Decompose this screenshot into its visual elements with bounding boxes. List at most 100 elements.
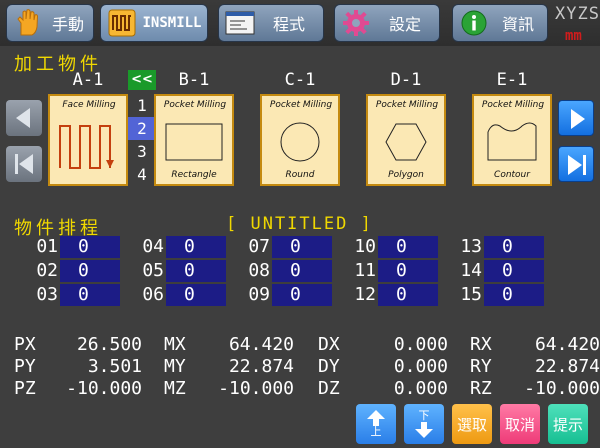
- sort-slot-value[interactable]: 0: [378, 236, 438, 258]
- tab-program[interactable]: 程式: [218, 4, 324, 42]
- tab-manual-label: 手動: [51, 15, 84, 34]
- sort-slot-value[interactable]: 0: [378, 260, 438, 282]
- process-card-contour[interactable]: Pocket Milling Contour: [472, 94, 552, 186]
- tab-settings[interactable]: 設定: [334, 4, 440, 42]
- collapse-left-button[interactable]: <<: [128, 70, 156, 90]
- sort-slot-value[interactable]: 0: [272, 284, 332, 306]
- sort-slot-value[interactable]: 0: [378, 284, 438, 306]
- column-label-c: C-1: [284, 70, 316, 90]
- sort-slot-value[interactable]: 0: [484, 236, 544, 258]
- sort-slot-label: 04: [142, 236, 164, 257]
- sort-slot-label: 02: [36, 260, 58, 281]
- skip-first-icon: [15, 154, 33, 174]
- coord-axis-value: 22.874: [228, 356, 294, 377]
- sort-slot-value[interactable]: 0: [60, 284, 120, 306]
- coord-axis-value: 0.000: [393, 356, 448, 377]
- program-filename: [ UNTITLED ]: [226, 214, 373, 234]
- coord-axis-label: MX: [164, 334, 186, 355]
- card-subtitle: Round: [285, 170, 315, 180]
- cancel-button[interactable]: 取消: [500, 404, 540, 444]
- coord-axis-label: RZ: [470, 378, 492, 399]
- move-up-button[interactable]: 上: [356, 404, 396, 444]
- insmill-screen: 手動 INSMILL 程式 設定 資訊 XYZS mm 加工物件 A-1 B-1…: [0, 0, 600, 448]
- arrow-up-icon: [367, 410, 385, 426]
- card-subtitle: Contour: [494, 170, 530, 180]
- sort-slot-value[interactable]: 0: [166, 236, 226, 258]
- sort-slot-value[interactable]: 0: [484, 260, 544, 282]
- coord-axis-value: 64.420: [228, 334, 294, 355]
- tab-insmill[interactable]: INSMILL: [100, 4, 208, 42]
- coord-axis-value: -10.000: [218, 378, 294, 399]
- info-icon: [459, 8, 489, 38]
- sort-slot-label: 10: [354, 236, 376, 257]
- arrow-down-icon: [415, 422, 433, 438]
- process-card-face-milling[interactable]: Face Milling: [48, 94, 128, 186]
- hand-icon: [13, 8, 43, 38]
- tab-manual[interactable]: 手動: [6, 4, 94, 42]
- unit-label: mm: [565, 28, 582, 44]
- process-card-polygon[interactable]: Pocket Milling Polygon: [366, 94, 446, 186]
- tab-info-label: 資訊: [501, 15, 534, 34]
- index-strip: 1 2 3 4: [128, 94, 156, 186]
- tab-program-label: 程式: [272, 15, 305, 34]
- coord-axis-value: 26.500: [76, 334, 142, 355]
- select-button[interactable]: 選取: [452, 404, 492, 444]
- sort-slot-value[interactable]: 0: [60, 260, 120, 282]
- column-label-a: A-1: [72, 70, 104, 90]
- tab-settings-label: 設定: [388, 15, 421, 34]
- coord-axis-value: 0.000: [393, 334, 448, 355]
- scroll-left-button[interactable]: [6, 100, 42, 136]
- coord-axis-label: DY: [318, 356, 340, 377]
- column-label-e: E-1: [496, 70, 528, 90]
- sort-slot-value[interactable]: 0: [272, 236, 332, 258]
- coord-axis-label: MZ: [164, 378, 186, 399]
- coord-axis-value: -10.000: [524, 378, 600, 399]
- sort-slot-label: 07: [248, 236, 270, 257]
- move-down-button[interactable]: 下: [404, 404, 444, 444]
- coord-axis-value: 64.420: [534, 334, 600, 355]
- triangle-right-icon: [571, 109, 585, 129]
- index-3[interactable]: 3: [128, 140, 156, 163]
- coord-axis-label: RX: [470, 334, 492, 355]
- coord-axis-label: RY: [470, 356, 492, 377]
- sort-slot-label: 13: [460, 236, 482, 257]
- index-2-selected[interactable]: 2: [128, 117, 156, 140]
- sort-slot-value[interactable]: 0: [166, 284, 226, 306]
- sort-slot-label: 01: [36, 236, 58, 257]
- sort-slot-value[interactable]: 0: [60, 236, 120, 258]
- index-1[interactable]: 1: [128, 94, 156, 117]
- sort-slot-label: 14: [460, 260, 482, 281]
- top-tab-bar: 手動 INSMILL 程式 設定 資訊 XYZS mm: [0, 0, 600, 46]
- index-4[interactable]: 4: [128, 163, 156, 186]
- coord-axis-value: 22.874: [534, 356, 600, 377]
- sort-slot-label: 08: [248, 260, 270, 281]
- process-card-rectangle[interactable]: Pocket Milling Rectangle: [154, 94, 234, 186]
- sort-slot-value[interactable]: 0: [272, 260, 332, 282]
- move-up-label: 上: [370, 425, 382, 438]
- column-label-b: B-1: [178, 70, 210, 90]
- sort-slot-label: 12: [354, 284, 376, 305]
- tab-info[interactable]: 資訊: [452, 4, 548, 42]
- coord-axis-label: DZ: [318, 378, 340, 399]
- sort-slot-label: 03: [36, 284, 58, 305]
- sort-slot-value[interactable]: 0: [166, 260, 226, 282]
- coord-axis-label: MY: [164, 356, 186, 377]
- process-card-round[interactable]: Pocket Milling Round: [260, 94, 340, 186]
- sort-slot-label: 05: [142, 260, 164, 281]
- sort-slot-value[interactable]: 0: [484, 284, 544, 306]
- coord-axis-label: DX: [318, 334, 340, 355]
- gear-icon: [341, 8, 371, 38]
- coord-axis-value: -10.000: [66, 378, 142, 399]
- scroll-right-button[interactable]: [558, 100, 594, 136]
- scroll-first-button[interactable]: [6, 146, 42, 182]
- program-icon: [225, 8, 255, 38]
- insmill-icon: [107, 8, 137, 38]
- move-down-label: 下: [418, 409, 430, 422]
- scroll-last-button[interactable]: [558, 146, 594, 182]
- sort-slot-label: 15: [460, 284, 482, 305]
- hint-button[interactable]: 提示: [548, 404, 588, 444]
- card-subtitle: Rectangle: [171, 170, 217, 180]
- tab-insmill-label: INSMILL: [142, 15, 202, 31]
- column-label-d: D-1: [390, 70, 422, 90]
- sort-slot-label: 06: [142, 284, 164, 305]
